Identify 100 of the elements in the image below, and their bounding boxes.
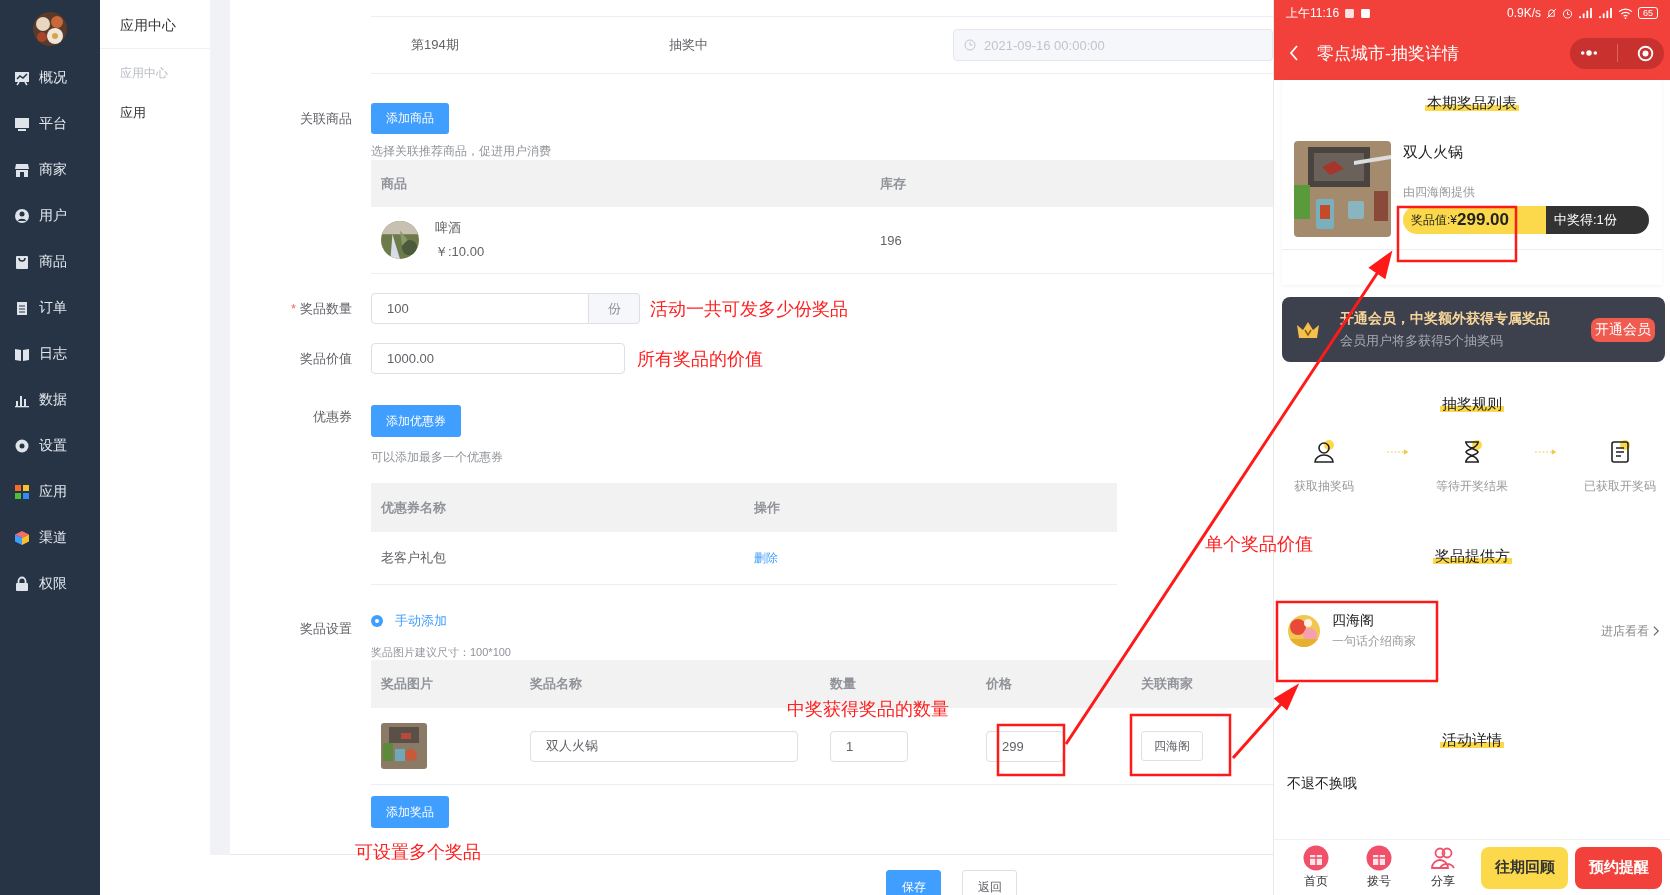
people-icon: [1429, 845, 1456, 871]
sidebar-item[interactable]: 日志: [0, 331, 100, 377]
column-header: 优惠券名称: [379, 498, 447, 517]
signal-icon: [1578, 7, 1593, 19]
clock-icon: [964, 39, 976, 51]
column-header: 奖品图片: [380, 675, 434, 693]
input-field[interactable]: 双人火锅: [530, 730, 798, 762]
bag-icon: [14, 254, 30, 270]
detail-text: 不退不换哦: [1287, 775, 1358, 793]
field-label: 优惠券: [312, 408, 352, 426]
chevron-right-icon[interactable]: [1653, 625, 1660, 637]
more-icon[interactable]: [1579, 50, 1598, 56]
annotation-text: 所有奖品的价值: [637, 347, 763, 371]
prize-provider: 由四海阁提供: [1403, 184, 1476, 201]
radio-button[interactable]: [371, 615, 383, 627]
input-field[interactable]: 299: [986, 730, 1064, 762]
sidebar-item[interactable]: 设置: [0, 423, 100, 469]
alarm-icon: [1562, 7, 1573, 19]
column-header: 关联商家: [1141, 675, 1194, 693]
column-header: 数量: [830, 675, 857, 693]
hint-text: 可以添加最多一个优惠券: [371, 449, 504, 466]
annotation-text: 活动一共可发多少份奖品: [650, 297, 848, 321]
wifi-icon: [1618, 7, 1633, 19]
store-icon: [14, 162, 30, 178]
monitor-icon: [14, 116, 30, 132]
period-name: 第194期: [410, 36, 460, 54]
reminder-button[interactable]: 预约提醒: [1575, 846, 1662, 889]
sidebar-item[interactable]: 权限: [0, 561, 100, 607]
history-button[interactable]: 往期回顾: [1481, 846, 1569, 889]
gift-icon: [1366, 845, 1393, 871]
sidebar-item[interactable]: 应用: [0, 469, 100, 515]
visit-store-link[interactable]: 进店看看: [1601, 622, 1649, 640]
back-icon[interactable]: [1289, 45, 1299, 61]
column-header: 奖品名称: [530, 675, 583, 693]
sidebar-item[interactable]: 用户: [0, 193, 100, 239]
prize-value: 奖品值:¥299.00: [1403, 206, 1546, 234]
field-label: 关联商品: [299, 110, 352, 128]
document-icon: [1608, 440, 1633, 464]
close-icon[interactable]: [1637, 44, 1655, 62]
annotation-text: 单个奖品价值: [1205, 533, 1313, 556]
field-label: 奖品价值: [299, 350, 352, 368]
arrow-icon: [1534, 448, 1558, 456]
network-speed: 0.9K/s: [1506, 6, 1541, 20]
notification-icon: [1344, 7, 1356, 19]
merchant-name: 四海阁: [1332, 612, 1375, 630]
hint-text: 奖品图片建议尺寸：100*100: [371, 645, 512, 660]
menu-group-label: 应用中心: [119, 65, 169, 82]
field-label-text: 奖品数量: [300, 301, 352, 316]
prize-name: 双人火锅: [1403, 143, 1464, 162]
merchant-intro: 一句话介绍商家: [1332, 633, 1416, 650]
menu-title: 应用中心: [100, 0, 210, 49]
annotation-text: 可设置多个奖品: [355, 841, 481, 864]
clipboard-icon: [14, 300, 30, 316]
sidebar-item[interactable]: 概况: [0, 55, 100, 101]
product-name: 啤酒: [435, 219, 462, 237]
sidebar-item[interactable]: 商品: [0, 239, 100, 285]
column-header: 库存: [880, 174, 907, 193]
annotation-text: 中奖获得奖品的数量: [787, 698, 949, 721]
merchant-button[interactable]: 四海阁: [1141, 731, 1203, 761]
input-field[interactable]: 1: [830, 730, 908, 762]
column-header: 操作: [754, 498, 781, 517]
step-label: 等待开奖结果: [1436, 478, 1508, 495]
book-icon: [14, 346, 30, 362]
unit-label: 份: [589, 293, 640, 324]
sidebar-item[interactable]: 数据: [0, 377, 100, 423]
arrow-icon: [1386, 448, 1410, 456]
required-mark: *: [290, 301, 296, 316]
period-status: 抽奖中: [668, 36, 709, 54]
lock-icon: [14, 576, 30, 592]
win-quantity: 中奖得:1份: [1546, 206, 1649, 234]
sidebar-item[interactable]: 渠道: [0, 515, 100, 561]
cube-icon: [14, 530, 30, 546]
product-price: ￥:10.00: [435, 243, 485, 261]
back-button[interactable]: 返回: [962, 870, 1017, 895]
status-time: 上午11:16: [1286, 4, 1340, 22]
sidebar-item[interactable]: 订单: [0, 285, 100, 331]
tab-item[interactable]: 首页: [1284, 845, 1348, 890]
input-field[interactable]: 100: [371, 293, 589, 324]
tab-item[interactable]: 拨号: [1347, 845, 1411, 890]
capsule-menu[interactable]: [1570, 37, 1664, 69]
banner-subtitle: 会员用户将多获得5个抽奖码: [1340, 331, 1505, 350]
signal-icon: [1598, 7, 1613, 19]
annotation-box: [996, 723, 1066, 777]
sidebar-item[interactable]: 平台: [0, 101, 100, 147]
person-icon: [1311, 440, 1336, 464]
settings-icon: [14, 438, 30, 454]
sidebar-item[interactable]: 商家: [0, 147, 100, 193]
column-header: 商品: [380, 174, 408, 193]
column-header: 价格: [986, 675, 1013, 693]
hint-text: 选择关联推荐商品，促进用户消费: [371, 143, 552, 160]
page-title: 零点城市-抽奖详情: [1317, 42, 1460, 65]
table-cell-text: 196: [880, 232, 903, 248]
step-label: 获取抽奖码: [1293, 478, 1354, 495]
field-label: 奖品设置: [299, 620, 352, 638]
input-field[interactable]: 1000.00: [371, 343, 625, 374]
tab-item[interactable]: 分享: [1410, 845, 1475, 890]
menu-item[interactable]: 应用: [100, 104, 210, 122]
battery-icon: 65: [1638, 7, 1658, 19]
grid-icon: [14, 484, 30, 500]
table-cell-text: 老客户礼包: [380, 549, 447, 567]
